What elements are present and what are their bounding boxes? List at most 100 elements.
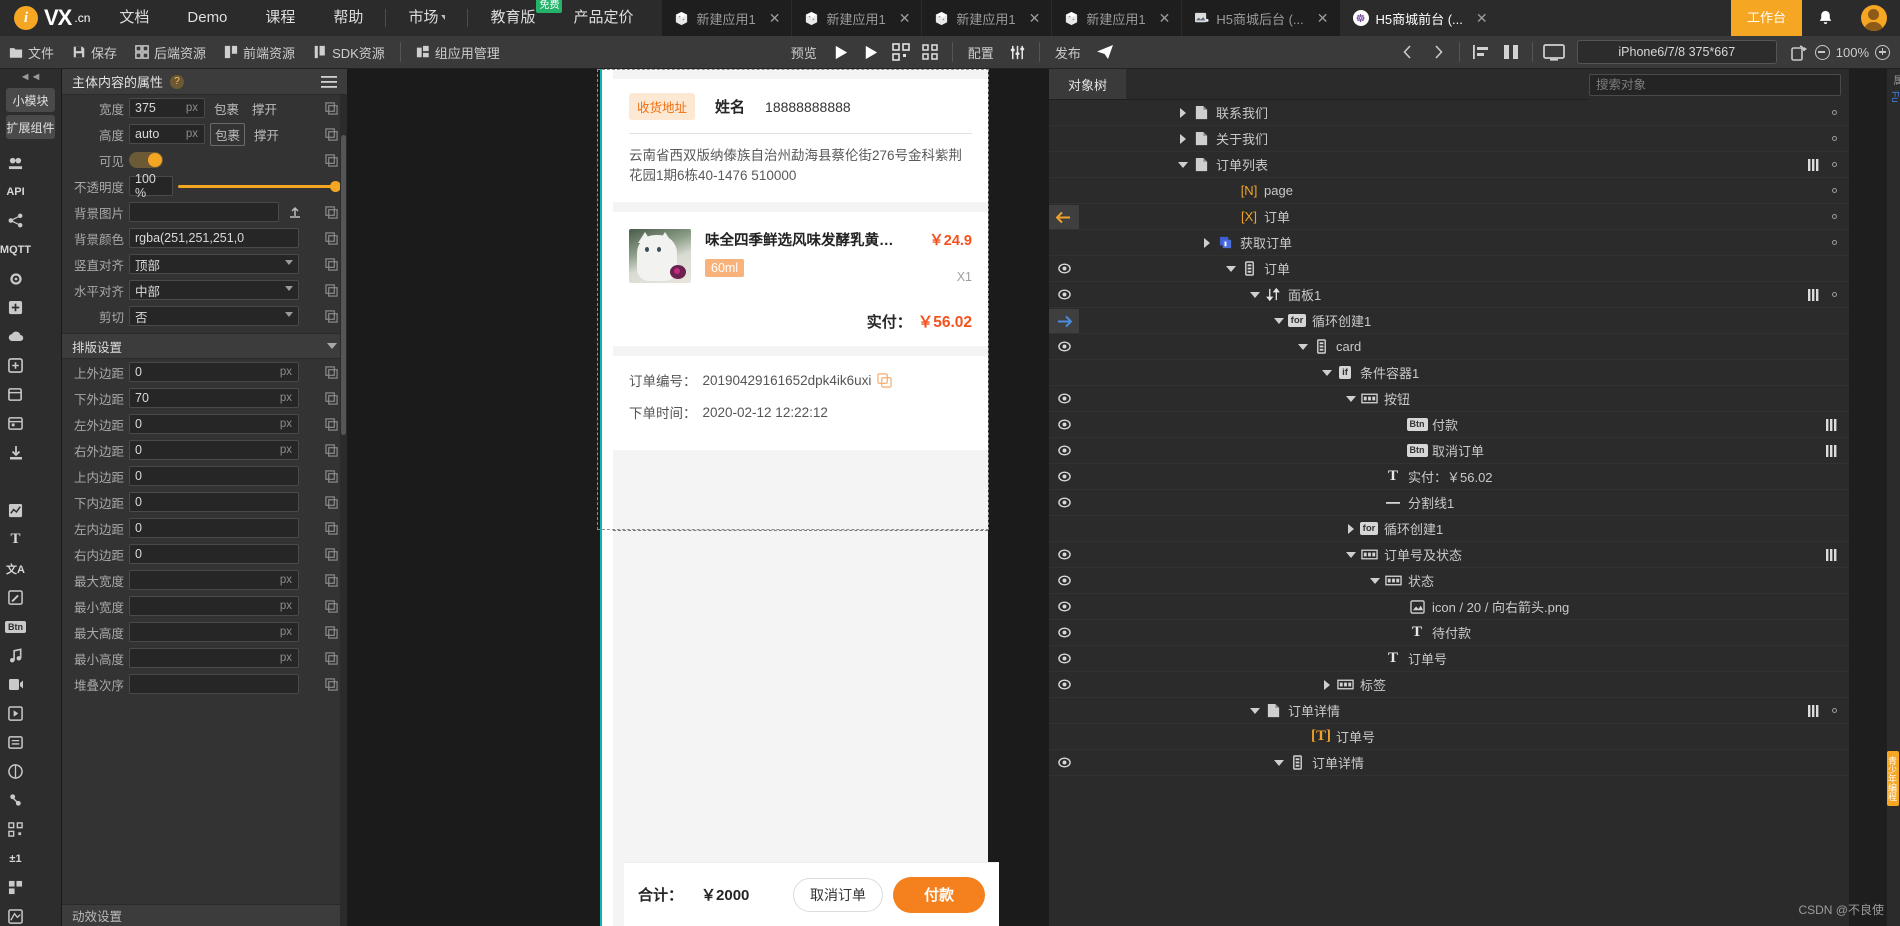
tree-row[interactable]: 获取订单 [1049, 230, 1849, 256]
nav-forward-button[interactable] [1423, 39, 1453, 65]
menu-item-demo[interactable]: Demo [168, 0, 246, 36]
edge-label-prop[interactable]: 属 [1889, 75, 1900, 85]
align-left-button[interactable] [1466, 39, 1496, 65]
copy-icon[interactable] [325, 283, 338, 297]
toolbar-sdk-resources[interactable]: SDK资源 [304, 36, 394, 69]
menu-item-courses[interactable]: 课程 [246, 0, 314, 36]
visibility-toggle-icon[interactable] [1049, 601, 1079, 612]
tree-row[interactable]: T 实付：￥56.02 [1049, 464, 1849, 490]
goto-left-icon[interactable] [1049, 205, 1079, 229]
copy-icon[interactable] [325, 573, 338, 587]
toolbar-save[interactable]: 保存 [63, 36, 126, 69]
margin-right-input[interactable]: 0 px [129, 440, 299, 460]
copy-icon[interactable] [325, 153, 338, 167]
close-icon[interactable]: ✕ [1317, 10, 1329, 27]
rail-collapse-button[interactable]: ◄◄ [0, 69, 61, 85]
twisty-closed-icon[interactable] [1175, 133, 1191, 144]
visibility-toggle-icon[interactable] [1049, 289, 1079, 300]
copy-icon[interactable] [325, 365, 338, 379]
order-meta-card[interactable]: 订单编号： 20190429161652dpk4ik6uxi 下单时间： 202… [613, 356, 988, 450]
youth-programming-chip[interactable]: 青少年编程 [1887, 751, 1899, 806]
upload-icon[interactable] [288, 205, 302, 219]
pay-button[interactable]: 付款 [893, 876, 985, 913]
twisty-open-icon[interactable] [1319, 369, 1335, 376]
rail-chip-small-modules[interactable]: 小模块 [6, 88, 55, 112]
app-tab-4[interactable]: 新建应用1 ✕ [1052, 0, 1183, 36]
tree-row[interactable]: T 待付款 [1049, 620, 1849, 646]
visibility-toggle-icon[interactable] [1049, 445, 1079, 456]
height-stretch-button[interactable]: 撑开 [250, 124, 283, 145]
copy-icon[interactable] [325, 101, 338, 115]
notifications-button[interactable] [1802, 0, 1848, 36]
padding-bottom-input[interactable]: 0 [129, 492, 299, 512]
padding-right-input[interactable]: 0 [129, 544, 299, 564]
copy-icon[interactable] [325, 257, 338, 271]
user-menu-button[interactable] [1848, 0, 1900, 36]
tree-row[interactable]: 订单详情 [1049, 750, 1849, 776]
copy-icon[interactable] [325, 205, 338, 219]
tree-row[interactable]: for 循环创建1 [1049, 516, 1849, 542]
device-select[interactable]: iPhone6/7/8 375*667 [1576, 40, 1777, 64]
visibility-toggle-icon[interactable] [1049, 497, 1079, 508]
visible-toggle[interactable] [129, 152, 163, 168]
height-input[interactable]: auto px [129, 124, 205, 144]
margin-top-input[interactable]: 0 px [129, 362, 299, 382]
rail-icon-download[interactable] [0, 438, 31, 467]
visibility-toggle-icon[interactable] [1049, 679, 1079, 690]
rail-icon-cloud[interactable] [0, 322, 31, 351]
app-tab-h5-backend[interactable]: H5商城后台 (... ✕ [1182, 0, 1341, 36]
twisty-open-icon[interactable] [1343, 551, 1359, 558]
copy-icon[interactable] [325, 521, 338, 535]
menu-item-education[interactable]: 教育版 免费 [471, 0, 563, 36]
rail-icon-add-box[interactable] [0, 351, 31, 380]
split-view-button[interactable] [1496, 39, 1526, 65]
tree-row[interactable]: for 循环创建1 [1049, 308, 1849, 334]
rail-icon-empty-1[interactable] [0, 467, 31, 496]
preview-multi-button[interactable] [916, 39, 946, 65]
margin-bottom-input[interactable]: 70 px [129, 388, 299, 408]
twisty-open-icon[interactable] [1271, 759, 1287, 766]
cancel-order-button[interactable]: 取消订单 [793, 877, 883, 912]
section-animation-header[interactable]: 动效设置 [62, 904, 347, 926]
copy-icon[interactable] [325, 625, 338, 639]
preview-play-button[interactable] [826, 39, 856, 65]
clip-select[interactable]: 否 [129, 306, 299, 326]
width-stretch-button[interactable]: 撑开 [248, 98, 281, 119]
rail-icon-share[interactable] [0, 206, 31, 235]
tree-row[interactable]: icon / 20 / 向右箭头.png [1049, 594, 1849, 620]
close-icon[interactable]: ✕ [899, 10, 911, 27]
menu-item-market[interactable]: 市场 [389, 0, 464, 36]
min-width-input[interactable]: px [129, 596, 299, 616]
tree-row[interactable]: 关于我们 [1049, 126, 1849, 152]
copy-icon[interactable] [325, 599, 338, 613]
phone-preview[interactable]: 收货地址 姓名 18888888888 云南省西双版纳傣族自治州勐海县蔡伦街27… [600, 69, 999, 926]
tree-row[interactable]: [X] 订单 [1049, 204, 1849, 230]
tab-object-tree[interactable]: 对象树 [1049, 69, 1127, 99]
copy-icon[interactable] [325, 309, 338, 323]
opacity-slider[interactable] [178, 176, 341, 196]
twisty-open-icon[interactable] [1175, 161, 1191, 168]
copy-icon[interactable] [325, 547, 338, 561]
tree-row[interactable]: [N] page [1049, 178, 1849, 204]
halign-select[interactable]: 中部 [129, 280, 299, 300]
twisty-closed-icon[interactable] [1319, 679, 1335, 690]
twisty-open-icon[interactable] [1247, 707, 1263, 714]
order-item-card[interactable]: 味全四季鲜选风味发酵乳黄黄... 60ml ￥24.9 X1 实付： ￥56.0… [613, 212, 988, 346]
workbench-button[interactable]: 工作台 [1730, 0, 1802, 36]
rail-chip-extensions[interactable]: 扩展组件 [6, 115, 55, 139]
rail-icon-box[interactable] [0, 380, 31, 409]
goto-right-icon[interactable] [1049, 309, 1079, 333]
design-canvas[interactable]: 0 100 200 300 400 500 600 收货地址 姓名 188888… [348, 69, 1049, 926]
max-height-input[interactable]: px [129, 622, 299, 642]
tree-row[interactable]: [T] 订单号 [1049, 724, 1849, 750]
tree-row[interactable]: 面板1 [1049, 282, 1849, 308]
copy-icon[interactable] [325, 231, 338, 245]
tree-row[interactable]: 订单 [1049, 256, 1849, 282]
visibility-toggle-icon[interactable] [1049, 341, 1079, 352]
tree-row[interactable]: Btn 取消订单 [1049, 438, 1849, 464]
close-icon[interactable]: ✕ [769, 10, 781, 27]
max-width-input[interactable]: px [129, 570, 299, 590]
zoom-in-button[interactable] [1875, 44, 1891, 60]
twisty-closed-icon[interactable] [1343, 523, 1359, 534]
menu-item-pricing[interactable]: 产品定价 [554, 0, 652, 36]
